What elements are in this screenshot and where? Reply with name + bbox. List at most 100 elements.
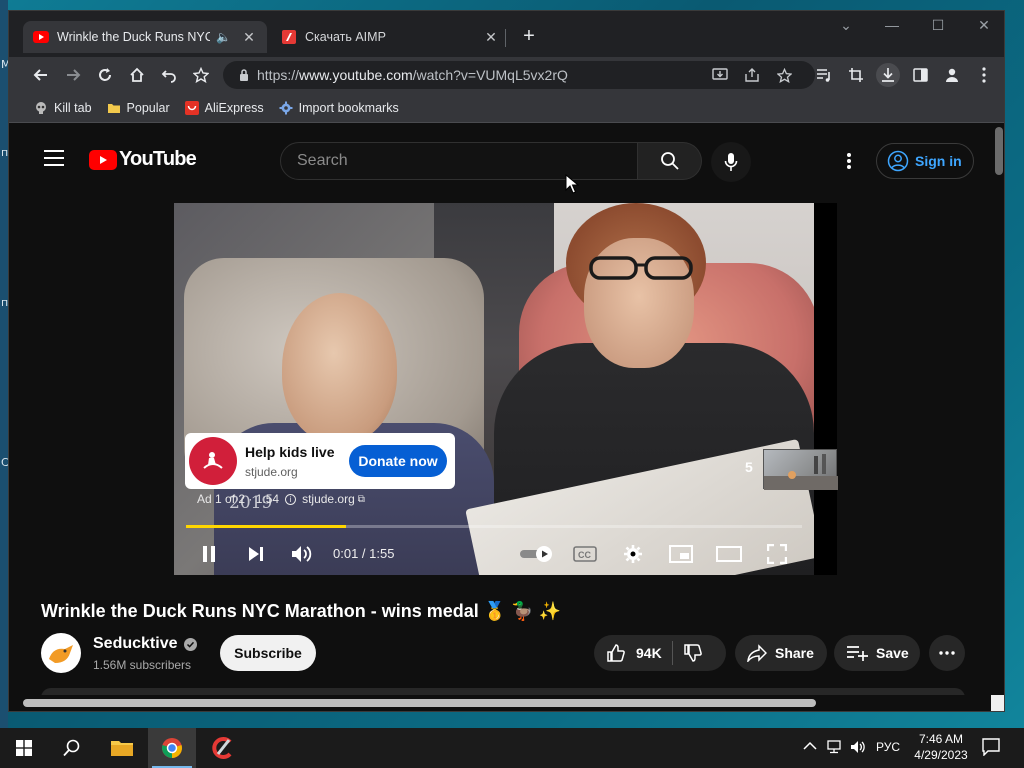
browser-toolbar: https://www.youtube.com/watch?v=VUMqL5vx…: [9, 57, 1004, 93]
url-host: www.youtube.com: [299, 67, 413, 83]
tab-close-icon[interactable]: ✕: [241, 29, 257, 46]
tab-youtube[interactable]: Wrinkle the Duck Runs NYC 🔈 ✕: [23, 21, 267, 53]
share-page-icon[interactable]: [743, 66, 761, 84]
media-controls-icon[interactable]: [812, 63, 836, 87]
fullscreen-button[interactable]: [764, 541, 790, 567]
svg-text:CC: CC: [578, 550, 591, 560]
bookmark-kill-tab[interactable]: Kill tab: [33, 100, 92, 116]
duck-avatar-icon: [49, 645, 73, 663]
verified-check-icon: [184, 637, 198, 651]
share-button[interactable]: Share: [735, 635, 827, 671]
maximize-button[interactable]: ☐: [923, 17, 953, 34]
undo-close-tab-icon[interactable]: [157, 63, 181, 87]
volume-button[interactable]: [289, 541, 315, 567]
hamburger-menu-icon[interactable]: [44, 150, 64, 166]
notifications-icon[interactable]: [982, 738, 1000, 759]
bookmark-import[interactable]: Import bookmarks: [278, 100, 399, 116]
profile-icon[interactable]: [940, 63, 964, 87]
player-controls: 0:01 / 1:55 CC: [174, 533, 814, 575]
close-window-button[interactable]: ✕: [969, 17, 999, 34]
horizontal-scrollbar[interactable]: [9, 695, 993, 711]
tab-aimp[interactable]: Скачать AIMP ✕: [271, 21, 509, 53]
ad-progress-bar[interactable]: [186, 525, 802, 528]
lock-icon[interactable]: [235, 66, 253, 84]
like-dislike-group: 94K: [594, 635, 726, 671]
external-link-icon: ⧉: [357, 493, 365, 505]
ad-status: Ad 1 of 2 · 1:54 i stjude.org ⧉: [197, 492, 365, 506]
downloads-icon[interactable]: [876, 63, 900, 87]
ad-card[interactable]: Help kids live stjude.org Donate now: [185, 433, 455, 489]
bookmark-star-icon[interactable]: [189, 63, 213, 87]
crop-extension-icon[interactable]: [844, 63, 868, 87]
forward-button[interactable]: [61, 63, 85, 87]
sign-in-button[interactable]: Sign in: [876, 143, 974, 179]
vertical-scroll-thumb[interactable]: [995, 127, 1003, 175]
chrome-taskbar-button[interactable]: [148, 728, 196, 768]
youtube-page: YouTube Sign in: [19, 123, 989, 700]
tab-close-icon[interactable]: ✕: [483, 29, 499, 46]
ad-title: Help kids live: [245, 443, 335, 460]
next-ad-thumbnail[interactable]: [763, 449, 838, 490]
mouse-cursor-icon: [565, 174, 579, 194]
network-icon[interactable]: [827, 740, 843, 757]
dislike-button[interactable]: [683, 635, 703, 671]
input-language-indicator[interactable]: РУС: [876, 740, 900, 754]
settings-button[interactable]: [620, 541, 646, 567]
miniplayer-button[interactable]: [668, 541, 694, 567]
save-button[interactable]: Save: [834, 635, 920, 671]
bookmark-aliexpress[interactable]: AliExpress: [184, 100, 264, 116]
pause-button[interactable]: [196, 541, 222, 567]
search-input[interactable]: [297, 152, 617, 170]
start-button[interactable]: [0, 728, 48, 768]
speaker-icon[interactable]: 🔈: [216, 30, 231, 44]
voice-search-button[interactable]: [711, 142, 751, 182]
taskbar-search-button[interactable]: [48, 728, 96, 768]
settings-more-icon[interactable]: [839, 149, 859, 173]
minimize-button[interactable]: —: [877, 17, 907, 33]
next-button[interactable]: [243, 541, 269, 567]
volume-tray-icon[interactable]: [850, 740, 866, 757]
like-count: 94K: [636, 645, 662, 661]
closed-captions-icon: CC: [573, 546, 597, 562]
back-button[interactable]: [29, 63, 53, 87]
ad-status-domain[interactable]: stjude.org: [302, 492, 355, 506]
side-panel-icon[interactable]: [908, 63, 932, 87]
bookmark-popular[interactable]: Popular: [106, 100, 170, 116]
donate-now-button[interactable]: Donate now: [349, 445, 447, 477]
youtube-wordmark: YouTube: [119, 148, 197, 170]
like-button[interactable]: 94K: [594, 635, 662, 671]
video-player[interactable]: 2019 Help kids live stjude.org Donate no…: [174, 203, 838, 575]
theater-mode-button[interactable]: [716, 541, 742, 567]
search-button[interactable]: [638, 142, 702, 180]
vertical-scrollbar[interactable]: [993, 123, 1004, 698]
desktop-left-edge: M п п С: [0, 0, 11, 728]
subscribe-button[interactable]: Subscribe: [220, 635, 316, 671]
thumbs-down-icon: [683, 644, 702, 662]
more-actions-button[interactable]: [929, 635, 965, 671]
tab-search-chevron-icon[interactable]: ⌄: [831, 17, 861, 34]
time-display: 0:01 / 1:55: [333, 546, 395, 561]
youtube-logo[interactable]: YouTube: [89, 148, 197, 171]
sign-in-label: Sign in: [915, 153, 962, 169]
new-tab-button[interactable]: +: [517, 25, 541, 48]
channel-name[interactable]: Seducktive: [93, 635, 198, 653]
file-explorer-button[interactable]: [98, 728, 146, 768]
browser-menu-icon[interactable]: [972, 63, 996, 87]
subtitles-button[interactable]: CC: [572, 541, 598, 567]
info-icon[interactable]: i: [285, 493, 297, 505]
install-app-icon[interactable]: [711, 66, 729, 84]
taskbar-clock[interactable]: 7:46 AM 4/29/2023: [905, 731, 977, 763]
channel-avatar[interactable]: [41, 633, 81, 673]
skull-icon: [33, 100, 49, 116]
ccleaner-taskbar-button[interactable]: [198, 728, 246, 768]
video-frame[interactable]: 2019 Help kids live stjude.org Donate no…: [174, 203, 814, 575]
home-button[interactable]: [125, 63, 149, 87]
windows-logo-icon: [16, 740, 32, 756]
share-arrow-icon: [747, 644, 767, 662]
star-bookmark-icon[interactable]: [775, 66, 793, 84]
horizontal-scroll-thumb[interactable]: [23, 699, 816, 707]
reload-button[interactable]: [93, 63, 117, 87]
address-bar[interactable]: https://www.youtube.com/watch?v=VUMqL5vx…: [223, 61, 815, 89]
show-hidden-icons-chevron[interactable]: [803, 740, 817, 754]
autoplay-toggle[interactable]: [519, 541, 555, 567]
